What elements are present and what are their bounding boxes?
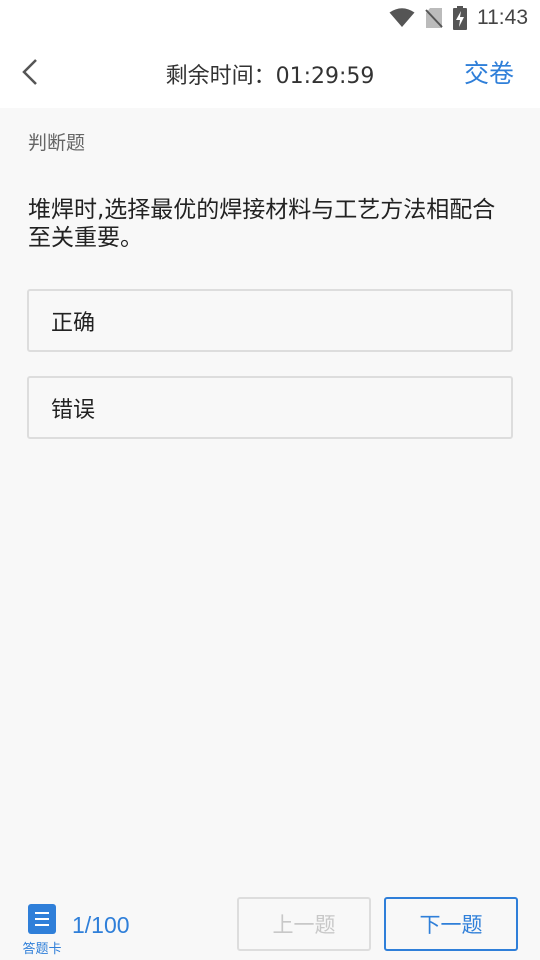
option-label: 错误 [51,397,96,423]
status-time: 11:43 [477,6,528,29]
app-header: 剩余时间：01:29:59 交卷 [0,36,540,108]
question-type: 判断题 [28,132,86,154]
status-bar: 11:43 [0,0,540,36]
battery-charging-icon [453,6,467,30]
remaining-time: 剩余时间：01:29:59 [165,64,375,89]
option-false[interactable]: 错误 [27,376,513,439]
no-sim-icon [425,8,443,28]
next-question-button[interactable]: 下一题 [384,897,518,951]
wifi-icon [389,8,415,27]
answer-card-button[interactable]: 答题卡 [20,904,64,957]
question-text: 堆焊时,选择最优的焊接材料与工艺方法相配合至关重要。 [28,197,496,251]
previous-question-button[interactable]: 上一题 [237,897,371,951]
option-label: 正确 [51,310,96,336]
bottom-bar: 答题卡 1/100 上一题 下一题 [0,890,540,960]
option-true[interactable]: 正确 [27,289,513,352]
question-progress: 1/100 [72,912,130,938]
answer-card-icon [28,904,56,934]
submit-exam-button[interactable]: 交卷 [464,54,514,90]
answer-card-label: 答题卡 [22,942,62,957]
